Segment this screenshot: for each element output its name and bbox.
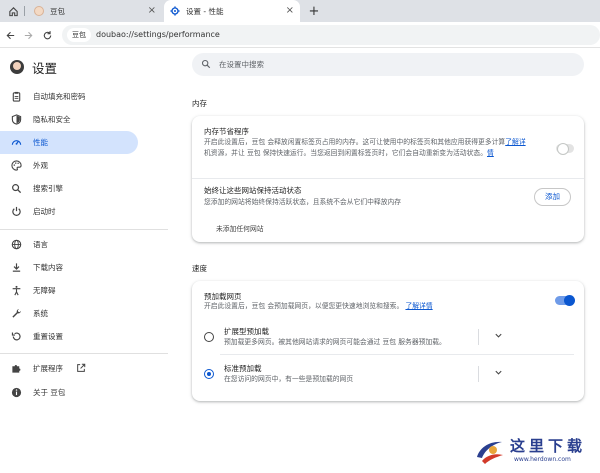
learn-more-link[interactable]: 情 [487, 149, 494, 157]
sidebar-item-label: 无障碍 [33, 286, 56, 295]
watermark-url: www.herdown.com [514, 456, 571, 463]
external-link-icon [76, 363, 86, 375]
sidebar-item-languages[interactable]: 语言 [0, 233, 168, 256]
sidebar-item-label: 自动填充和密码 [33, 92, 86, 101]
memory-section-title: 内存 [192, 99, 207, 108]
globe-icon [10, 239, 22, 251]
wrench-icon [10, 308, 22, 320]
puzzle-icon [10, 363, 22, 375]
clipboard-icon [10, 91, 22, 103]
tab-label: 豆包 [50, 6, 65, 16]
memory-saver-description: 开启此设置后，豆包 会释放闲置标签页占用的内存。这可让使用中的标签页和其他应用获… [204, 138, 526, 157]
always-active-title: 始终让这些网站保持活动状态 [204, 186, 302, 195]
power-icon [10, 206, 22, 218]
gear-icon [170, 6, 180, 16]
memory-saver-title: 内存节省程序 [204, 127, 249, 136]
row-divider [220, 354, 574, 355]
reset-icon [10, 331, 22, 343]
close-icon[interactable]: × [148, 5, 156, 17]
sidebar-item-label: 下载内容 [33, 263, 63, 272]
sidebar-item-label: 语言 [33, 240, 48, 249]
site-chip[interactable]: 豆包 [67, 28, 91, 42]
memory-saver-toggle[interactable] [556, 143, 574, 154]
tab-strip: 豆包 × 设置 - 性能 × + [0, 0, 600, 22]
sidebar-item-downloads[interactable]: 下载内容 [0, 256, 168, 279]
option-description: 预加载更多网页。被其他网站请求的网页可能会通过 豆包 服务器预加载。 [224, 338, 446, 346]
chevron-down-icon[interactable] [494, 331, 503, 342]
address-toolbar: 豆包 doubao://settings/performance [0, 22, 600, 48]
sidebar-item-appearance[interactable]: 外观 [0, 154, 168, 177]
sidebar-item-startup[interactable]: 启动时 [0, 200, 168, 223]
radio-extended[interactable] [204, 332, 214, 342]
preload-option-extended[interactable]: 扩展型预加载 预加载更多网页。被其他网站请求的网页可能会通过 豆包 服务器预加载… [192, 321, 584, 353]
add-site-button[interactable]: 添加 [534, 188, 571, 206]
sidebar-item-search-engine[interactable]: 搜索引擎 [0, 177, 168, 200]
sidebar-item-label: 系统 [33, 309, 48, 318]
sidebar-item-label: 性能 [33, 138, 48, 147]
sidebar-item-about[interactable]: 关于 豆包 [0, 381, 168, 404]
sidebar-item-label: 外观 [33, 161, 48, 170]
sidebar-item-accessibility[interactable]: 无障碍 [0, 279, 168, 302]
preload-toggle[interactable] [555, 295, 575, 306]
preload-description: 开启此设置后，豆包 会预加载网页，以便您更快速地浏览和搜索。 了解详情 [204, 302, 433, 310]
row-divider [192, 178, 584, 179]
home-icon[interactable] [5, 3, 21, 19]
profile-avatar[interactable] [10, 60, 24, 74]
shield-icon [10, 114, 22, 126]
sidebar-item-label: 重置设置 [33, 332, 63, 341]
learn-more-link[interactable]: 了解详 [505, 138, 525, 146]
sidebar-item-label: 搜索引擎 [33, 184, 63, 193]
no-sites-label: 未添加任何网站 [216, 225, 264, 233]
new-tab-button[interactable]: + [306, 3, 322, 19]
search-icon [10, 183, 22, 195]
sidebar-item-label: 隐私和安全 [33, 115, 71, 124]
accessibility-icon [10, 285, 22, 297]
sidebar-divider [0, 353, 168, 354]
always-active-description: 您添加的网站将始终保持活跃状态，且系统不会从它们中释放内存 [204, 198, 402, 206]
watermark-logo [477, 441, 503, 464]
watermark: 这里下载 www.herdown.com [470, 432, 598, 470]
speed-section-title: 速度 [192, 264, 207, 273]
sidebar-item-autofill[interactable]: 自动填充和密码 [0, 85, 168, 108]
sidebar-item-extensions[interactable]: 扩展程序 [0, 357, 168, 380]
sidebar-divider [0, 229, 168, 230]
watermark-text: 这里下载 [510, 437, 587, 455]
learn-more-link[interactable]: 了解详情 [405, 302, 432, 310]
preload-option-standard[interactable]: 标准预加载 在您访问的网页中，有一些是预加载的网页 [192, 358, 584, 390]
option-title: 扩展型预加载 [224, 327, 269, 336]
tab-settings[interactable]: 设置 - 性能 × [164, 0, 300, 22]
url-text[interactable]: doubao://settings/performance [96, 25, 220, 45]
speed-card: 预加载网页 开启此设置后，豆包 会预加载网页，以便您更快速地浏览和搜索。 了解详… [192, 281, 584, 401]
radio-standard[interactable] [204, 369, 214, 379]
option-title: 标准预加载 [224, 364, 262, 373]
sidebar-item-label: 启动时 [33, 207, 56, 216]
sidebar-item-reset[interactable]: 重置设置 [0, 325, 168, 348]
address-bar[interactable]: 豆包 doubao://settings/performance [62, 25, 600, 45]
memory-card: 内存节省程序 开启此设置后，豆包 会释放闲置标签页占用的内存。这可让使用中的标签… [192, 116, 584, 242]
settings-title: 设置 [32, 60, 58, 76]
settings-search-input[interactable]: 在设置中搜索 [192, 53, 584, 76]
doubao-favicon [34, 6, 44, 16]
search-placeholder: 在设置中搜索 [219, 60, 264, 69]
info-icon [10, 387, 22, 399]
sidebar-item-system[interactable]: 系统 [0, 302, 168, 325]
speedometer-icon [10, 137, 22, 149]
tab-doubao[interactable]: 豆包 × [28, 0, 162, 22]
tab-label: 设置 - 性能 [186, 6, 224, 16]
close-icon[interactable]: × [286, 5, 294, 17]
chevron-down-icon[interactable] [494, 368, 503, 379]
sidebar-item-label: 扩展程序 [33, 364, 63, 373]
sidebar-item-performance[interactable]: 性能 [0, 131, 138, 154]
forward-icon[interactable] [20, 27, 36, 43]
palette-icon [10, 160, 22, 172]
settings-header: 设置 [10, 56, 57, 78]
option-description: 在您访问的网页中，有一些是预加载的网页 [224, 375, 354, 383]
reload-icon[interactable] [39, 27, 55, 43]
download-icon [10, 262, 22, 274]
sidebar-item-privacy[interactable]: 隐私和安全 [0, 108, 168, 131]
sidebar-item-label: 关于 豆包 [33, 388, 66, 397]
search-icon [201, 59, 211, 71]
back-icon[interactable] [2, 27, 18, 43]
